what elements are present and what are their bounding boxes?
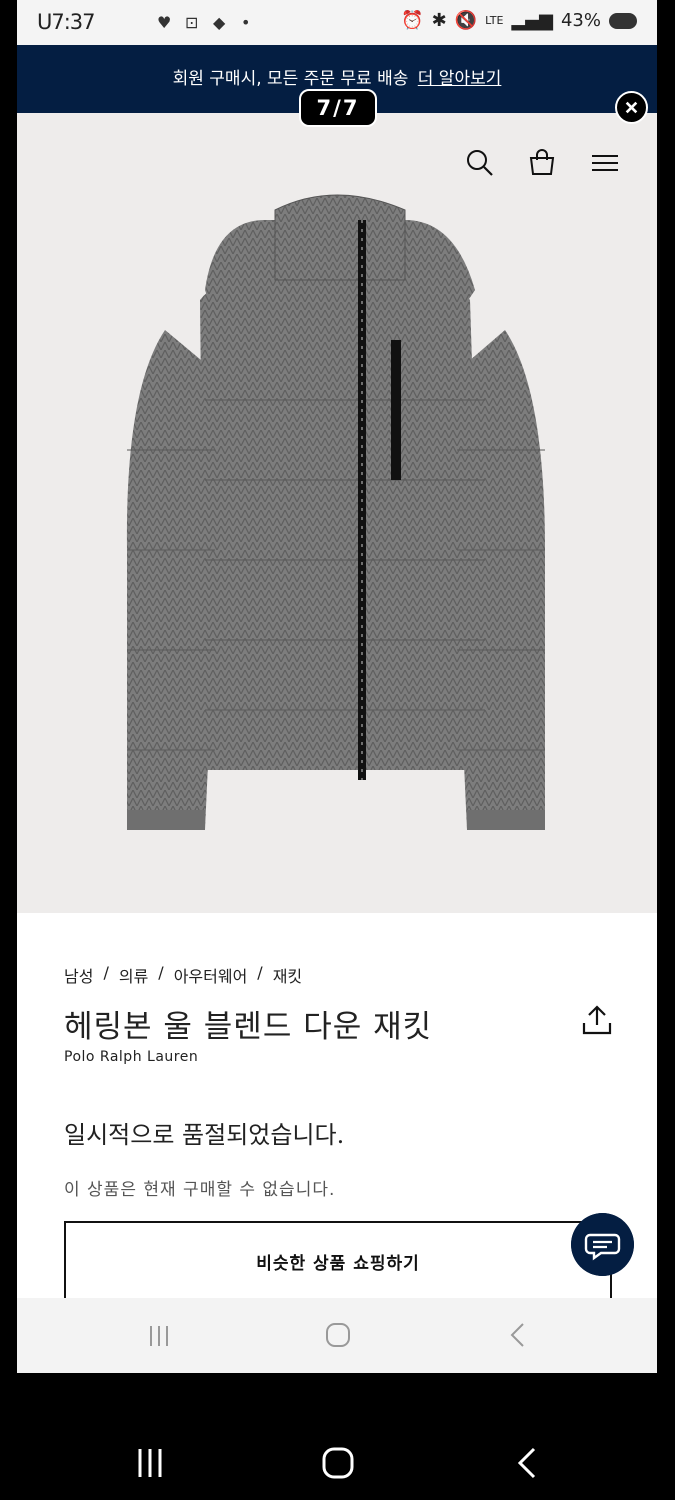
mute-icon: 🔇 xyxy=(454,10,478,31)
gallery-counter: 7/7 xyxy=(299,89,377,127)
tag-icon: ◆ xyxy=(213,13,226,32)
alarm-icon: ⏰ xyxy=(401,10,424,31)
status-prefix: U xyxy=(37,10,52,34)
sold-out-message: 일시적으로 품절되었습니다. xyxy=(64,1121,345,1149)
share-icon[interactable] xyxy=(580,1003,614,1037)
home-icon[interactable] xyxy=(321,1318,355,1352)
search-icon[interactable] xyxy=(465,148,495,178)
breadcrumb-outerwear[interactable]: 아우터웨어 xyxy=(174,963,248,987)
battery-percent: 43% xyxy=(560,10,601,31)
breadcrumb-men[interactable]: 남성 xyxy=(64,963,93,987)
breadcrumb: 남성 / 의류 / 아우터웨어 / 재킷 xyxy=(64,963,303,987)
promo-text: 회원 구매시, 모든 주문 무료 배송 xyxy=(172,69,409,89)
menu-icon[interactable] xyxy=(590,148,620,178)
battery-icon xyxy=(609,12,637,29)
unavailable-message: 이 상품은 현재 구매할 수 없습니다. xyxy=(64,1180,336,1200)
signal-icon: ▂▄▆ xyxy=(511,10,553,31)
recent-apps-icon[interactable] xyxy=(142,1318,176,1352)
shopping-bag-icon[interactable] xyxy=(527,148,557,178)
promo-learn-more-link[interactable]: 더 알아보기 xyxy=(418,69,502,89)
dot-icon: • xyxy=(241,13,251,32)
status-bar: U7:37 ♥ ⊡ ◆ • ⏰ ✱ 🔇 LTE ▂▄▆ 43% xyxy=(17,0,657,45)
back-icon[interactable] xyxy=(501,1318,535,1352)
phone-screen: U7:37 ♥ ⊡ ◆ • ⏰ ✱ 🔇 LTE ▂▄▆ 43% 회원 구매시, … xyxy=(17,0,657,1373)
system-recent-apps-icon[interactable] xyxy=(130,1443,170,1483)
product-brand: Polo Ralph Lauren xyxy=(64,1049,199,1065)
close-icon[interactable] xyxy=(615,91,648,124)
system-back-icon[interactable] xyxy=(508,1443,548,1483)
chat-icon[interactable] xyxy=(571,1213,634,1276)
status-time: 7:37 xyxy=(51,10,95,34)
product-image-jacket[interactable] xyxy=(105,190,565,840)
system-home-icon[interactable] xyxy=(318,1443,358,1483)
network-label: LTE xyxy=(485,14,504,27)
bluetooth-icon: ✱ xyxy=(431,10,447,31)
heart-icon: ♥ xyxy=(157,13,172,32)
site-header-icons xyxy=(17,148,657,178)
product-title: 헤링본 울 블렌드 다운 재킷 xyxy=(64,1009,433,1045)
breadcrumb-clothing[interactable]: 의류 xyxy=(119,963,148,987)
scan-icon: ⊡ xyxy=(185,13,199,32)
browser-navigation-bar xyxy=(17,1298,657,1373)
system-navigation-bar xyxy=(0,1373,675,1500)
breadcrumb-jackets[interactable]: 재킷 xyxy=(273,963,302,987)
